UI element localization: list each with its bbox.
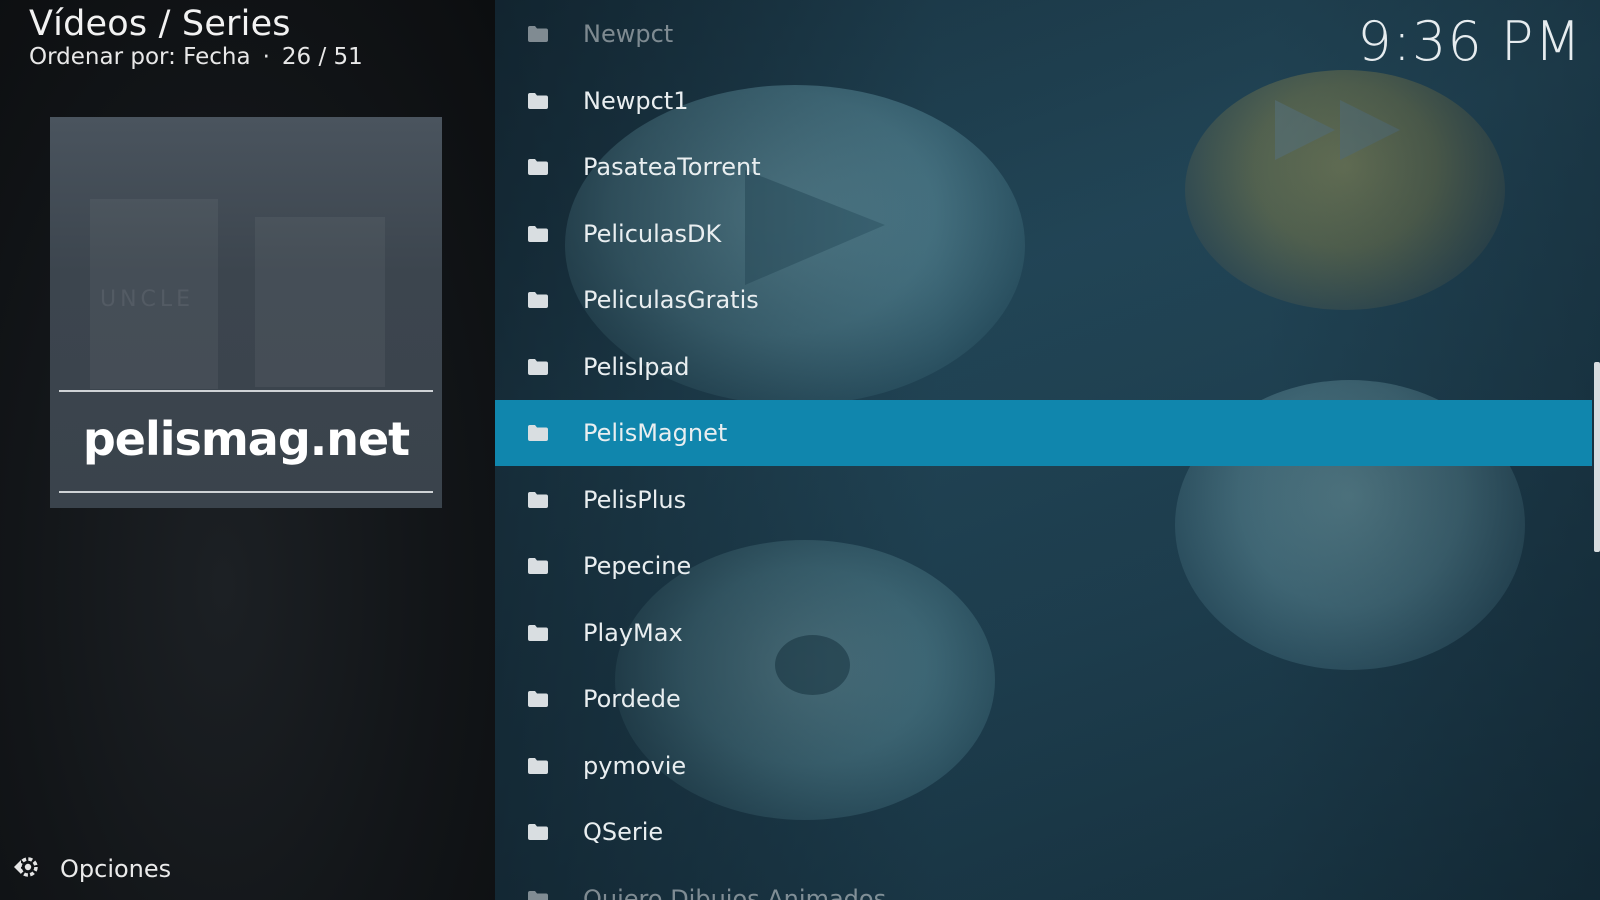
list-item[interactable]: Newpct1: [495, 68, 1592, 134]
list-item-label: Pordede: [583, 685, 681, 713]
list-item[interactable]: Pordede: [495, 666, 1592, 732]
list-item-label: Pepecine: [583, 552, 692, 580]
folder-icon: [527, 691, 549, 707]
list-item-label: PelisPlus: [583, 485, 687, 514]
list-item-label: pymovie: [583, 751, 687, 780]
scrollbar[interactable]: [1594, 362, 1600, 552]
list-item-label: PeliculasDK: [583, 219, 722, 248]
list-item[interactable]: Pepecine: [495, 533, 1592, 599]
sort-info: Ordenar por: Fecha · 26 / 51: [29, 44, 363, 70]
separator: ·: [262, 44, 270, 70]
list-item[interactable]: pymovie: [495, 733, 1592, 799]
list-item-label: Quiero Dibujos Animados: [583, 884, 887, 900]
right-panel: Newpct Newpct1 PasateaTorrent PeliculasDK Pe…: [495, 0, 1600, 900]
list-item[interactable]: PelisPlus: [495, 467, 1592, 533]
folder-icon: [527, 491, 549, 508]
folder-icon: [527, 890, 549, 900]
folder-icon: [527, 425, 549, 441]
list-item-label: PasateaTorrent: [583, 153, 761, 181]
list-item-label: PelisMagnet: [583, 419, 728, 447]
folder-icon: [527, 159, 549, 175]
poster-ghost: [255, 217, 385, 387]
item-position: 26 / 51: [281, 44, 363, 70]
folder-icon: [527, 757, 549, 774]
divider-line: [59, 491, 433, 493]
gear-icon: [12, 853, 40, 885]
sort-label[interactable]: Ordenar por: Fecha: [29, 44, 251, 70]
list-item-label: PelisIpad: [583, 352, 690, 381]
list-item-label: PlayMax: [583, 618, 683, 647]
list-item[interactable]: PlayMax: [495, 600, 1592, 666]
folder-icon: [527, 558, 549, 574]
divider-line: [59, 390, 433, 392]
folder-icon: [527, 225, 549, 242]
list-item[interactable]: PelisIpad: [495, 334, 1592, 400]
folder-icon: [527, 624, 549, 641]
list-item[interactable]: PeliculasDK: [495, 201, 1592, 267]
list-item[interactable]: PasateaTorrent: [495, 134, 1592, 200]
list-item-label: QSerie: [583, 818, 664, 846]
faded-poster-text: UNCLE: [100, 287, 195, 312]
site-logo: pelismag.net: [82, 412, 410, 466]
list-item-label: PeliculasGratis: [583, 286, 759, 314]
list-item[interactable]: Quiero Dibujos Animados: [495, 866, 1592, 900]
folder-icon: [527, 26, 549, 42]
addon-thumbnail: UNCLE pelismag.net: [50, 117, 442, 508]
options-button[interactable]: Opciones: [12, 852, 171, 886]
list-item-label: Newpct: [583, 20, 674, 48]
folder-icon: [527, 292, 549, 308]
folder-icon: [527, 824, 549, 840]
list-item[interactable]: PelisMagnet: [495, 400, 1592, 466]
list-item[interactable]: QSerie: [495, 799, 1592, 865]
list-item[interactable]: PeliculasGratis: [495, 267, 1592, 333]
list-item-label: Newpct1: [583, 86, 689, 115]
page-title: Vídeos / Series: [29, 4, 291, 44]
folder-icon: [527, 358, 549, 375]
options-label: Opciones: [60, 855, 172, 883]
clock: 9:36 PM: [1357, 10, 1582, 73]
left-panel: Vídeos / Series Ordenar por: Fecha · 26 / …: [0, 0, 495, 900]
folder-icon: [527, 92, 549, 109]
